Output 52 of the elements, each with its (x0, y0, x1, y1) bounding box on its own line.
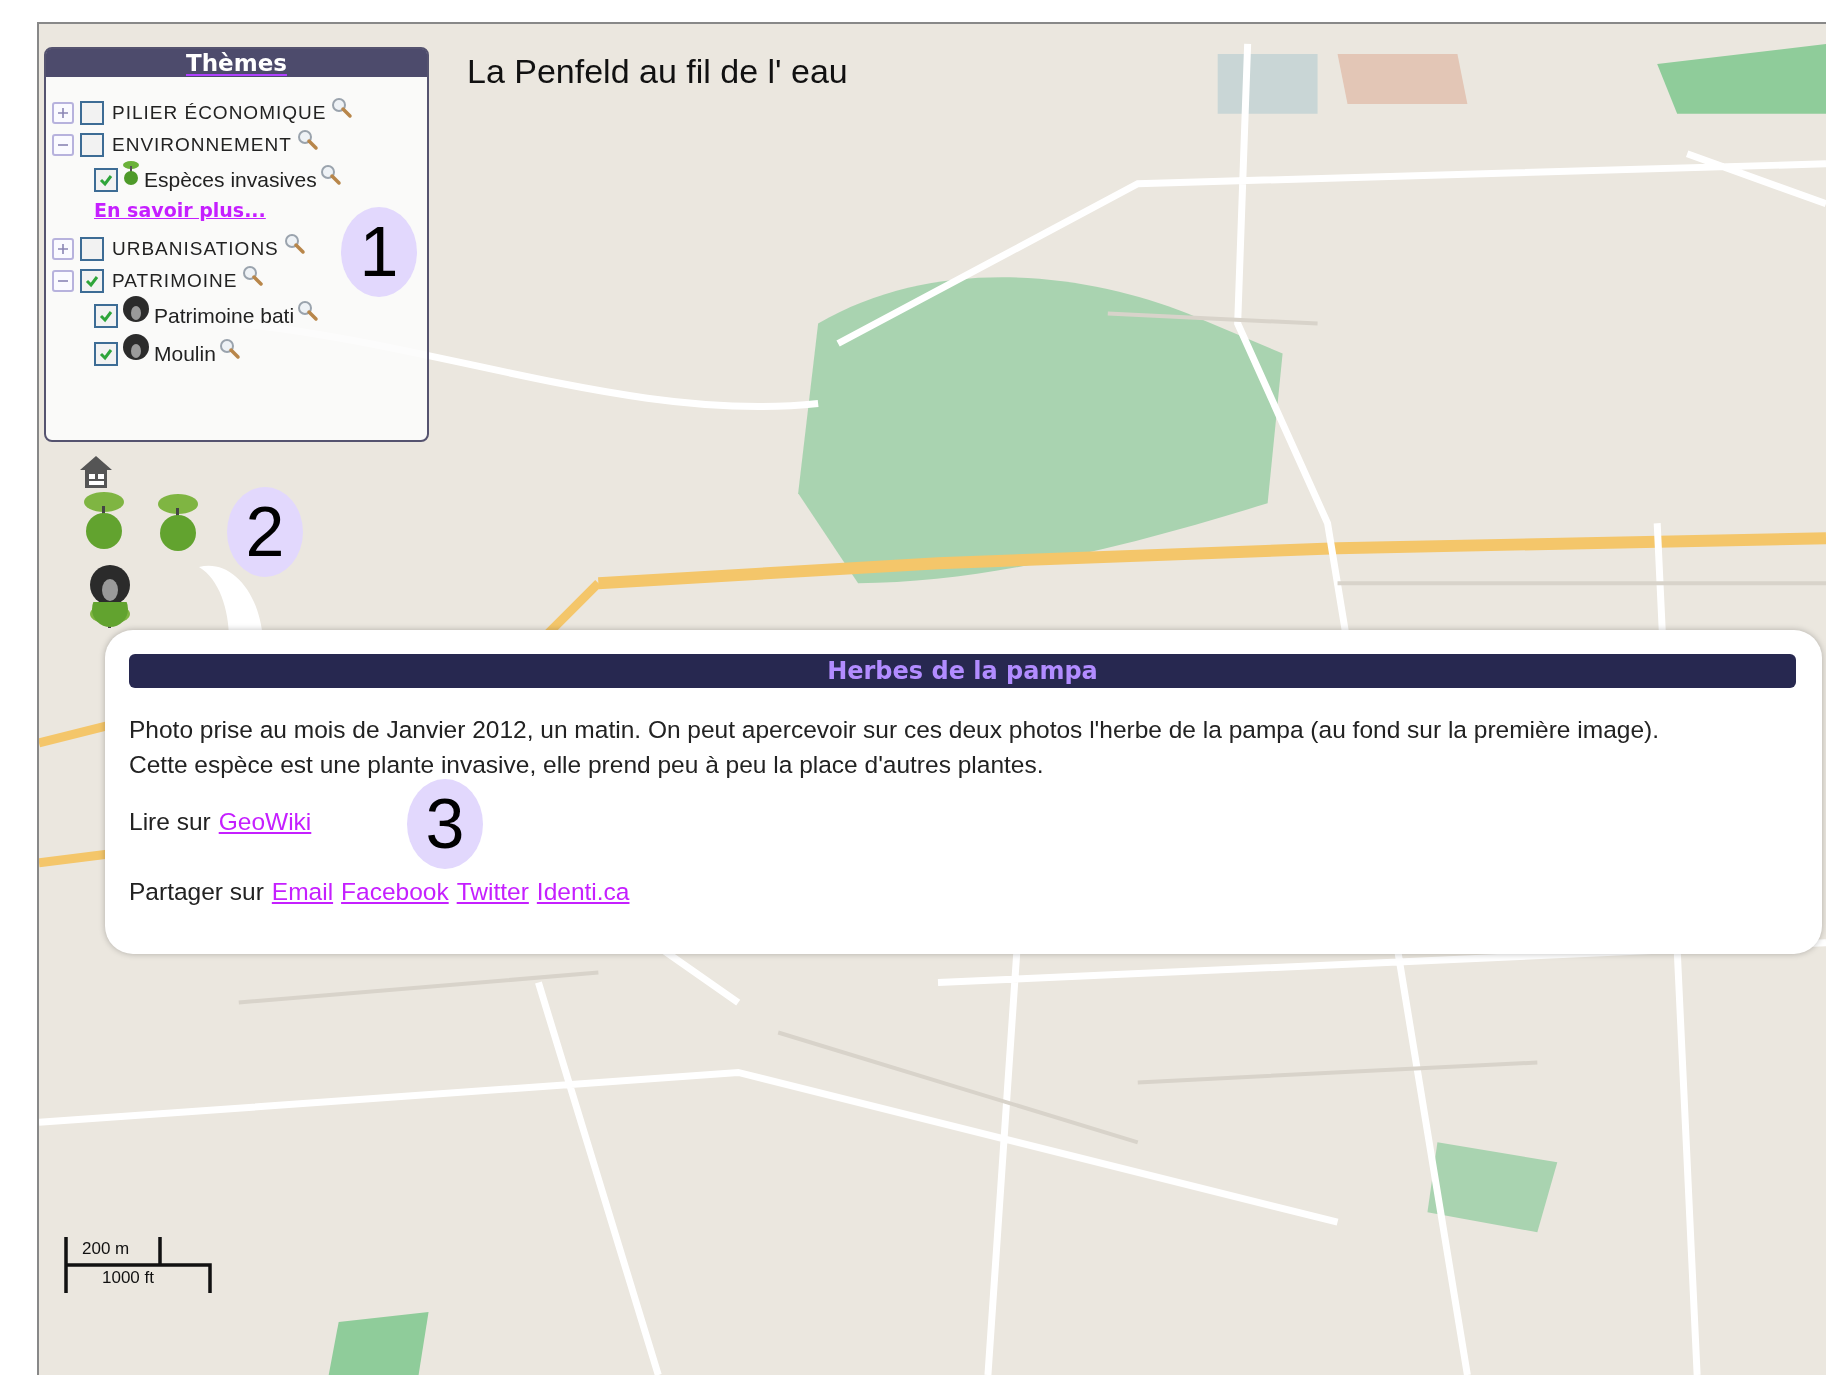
group-label: PATRIMOINE (112, 270, 238, 292)
map-title: La Penfeld au fil de l' eau (467, 52, 848, 91)
plus-icon (58, 108, 68, 118)
checkbox[interactable] (80, 133, 104, 157)
checkbox[interactable] (80, 269, 104, 293)
share-link[interactable]: Facebook (341, 878, 449, 906)
checkbox[interactable] (94, 304, 118, 328)
checkbox[interactable] (80, 101, 104, 125)
checkbox[interactable] (80, 237, 104, 261)
checkbox[interactable] (94, 168, 118, 192)
more-link[interactable]: En savoir plus... (94, 199, 266, 221)
checkmark-icon (98, 308, 114, 324)
share-label: Partager sur (129, 878, 264, 906)
layer-label: Patrimoine bati (154, 304, 295, 328)
search-icon[interactable] (241, 264, 266, 288)
share-link[interactable]: Twitter (456, 878, 529, 906)
plus-icon (58, 244, 68, 254)
read-label: Lire sur (129, 808, 211, 836)
wiki-link[interactable]: GeoWiki (218, 808, 312, 836)
checkbox[interactable] (94, 342, 118, 366)
share-link[interactable]: Email (271, 878, 334, 906)
panel-title: Thèmes (186, 50, 287, 76)
scale-label: 200 m (82, 1239, 130, 1259)
expand-toggle[interactable] (52, 270, 74, 292)
group-label: ENVIRONNEMENT (112, 134, 292, 156)
search-icon[interactable] (296, 299, 321, 323)
photo-icon (122, 295, 150, 323)
popup-text: Photo prise au mois de Janvier 2012, un matin. On peut apercevoir sur ces deux photos l'herbe de la pampa (au fond sur la première image). Cette espèce est une plante invasive, elle prend peu à peu la place d'autres plantes. (129, 715, 1660, 780)
checkmark-icon (98, 346, 114, 362)
scale-label: 1000 ft (102, 1268, 154, 1288)
house-icon[interactable] (79, 454, 113, 490)
popup-title: Herbes de la pampa (129, 654, 1796, 688)
expand-toggle[interactable] (52, 238, 74, 260)
expand-toggle[interactable] (52, 134, 74, 156)
checkmark-icon (98, 172, 114, 188)
minus-icon (58, 280, 68, 282)
search-icon[interactable] (318, 163, 343, 187)
layer-label: Espèces invasives (144, 168, 317, 192)
search-icon[interactable] (330, 96, 355, 120)
search-icon[interactable] (217, 337, 242, 361)
layer-label: Moulin (154, 342, 216, 366)
search-icon[interactable] (282, 232, 307, 256)
group-label: PILIER ÉCONOMIQUE (112, 102, 327, 124)
expand-toggle[interactable] (52, 102, 74, 124)
tree-icon (122, 160, 140, 186)
photo-icon (122, 333, 150, 361)
group-label: URBANISATIONS (112, 238, 279, 260)
share-link[interactable]: Identi.ca (536, 878, 630, 906)
checkmark-icon (84, 273, 100, 289)
search-icon[interactable] (295, 128, 320, 152)
tree-icon[interactable] (157, 492, 199, 552)
minus-icon (58, 144, 68, 146)
